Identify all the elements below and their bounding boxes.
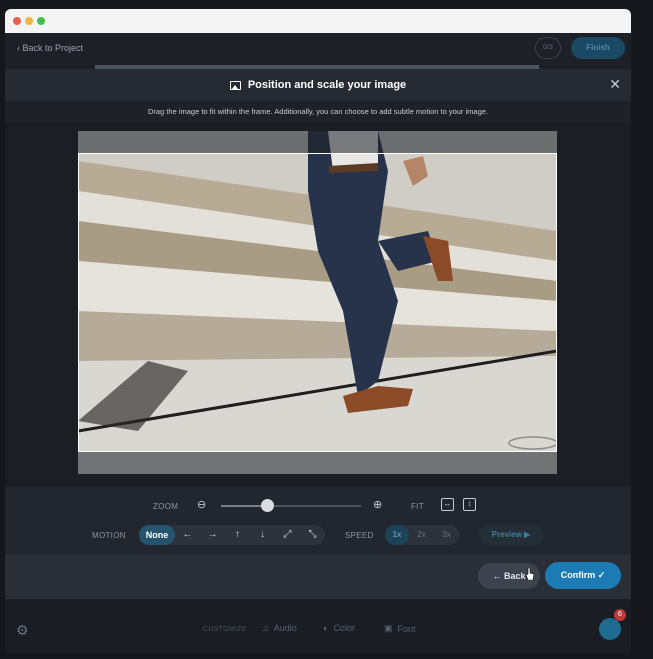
modal-footer: ← Back Confirm ✓ — [5, 555, 631, 599]
progress-count-badge: 0/3 — [535, 37, 561, 59]
zoom-row: ZOOM ⊖ ⊕ FIT ↔ ↕ — [5, 495, 631, 517]
preview-label: Preview — [491, 530, 522, 539]
minimize-window-button[interactable] — [25, 17, 33, 25]
color-label: Color — [333, 623, 355, 633]
zoom-out-icon[interactable]: ⊖ — [197, 498, 206, 511]
motion-right-button[interactable]: → — [200, 525, 225, 545]
avatar[interactable] — [599, 618, 621, 640]
close-window-button[interactable] — [13, 17, 21, 25]
preview-button[interactable]: Preview ▶ — [479, 525, 543, 545]
motion-left-button[interactable]: ← — [175, 525, 200, 545]
draggable-image[interactable] — [78, 131, 557, 474]
zoom-in-icon[interactable]: ⊕ — [373, 498, 382, 511]
confirm-button[interactable]: Confirm ✓ — [545, 562, 621, 589]
music-note-icon: ♫ — [262, 623, 269, 633]
speed-3x-button[interactable]: 3x — [434, 525, 459, 545]
zoom-label: ZOOM — [153, 502, 179, 511]
app-window: ‹ Back to Project 0/3 Finish Position an… — [5, 9, 631, 654]
fit-width-icon[interactable]: ↔ — [441, 498, 454, 511]
palette-icon: ◐ — [323, 623, 329, 633]
fit-height-icon[interactable]: ↕ — [463, 498, 476, 511]
motion-options: None ← → ↑ ↓ ⤢ ⤡ — [139, 525, 325, 545]
speed-label: SPEED — [345, 531, 374, 540]
motion-up-button[interactable]: ↑ — [225, 525, 250, 545]
app-header: ‹ Back to Project 0/3 Finish — [5, 33, 631, 65]
modal-title: Position and scale your image — [247, 79, 407, 91]
finish-button[interactable]: Finish — [571, 37, 625, 59]
play-icon: ▶ — [524, 530, 531, 539]
mouse-cursor-icon — [525, 568, 535, 580]
audio-button[interactable]: ♫ Audio — [262, 623, 297, 633]
maximize-window-button[interactable] — [37, 17, 45, 25]
modal-header: Position and scale your image — [5, 69, 631, 101]
browser-titlebar — [5, 9, 631, 33]
motion-down-button[interactable]: ↓ — [250, 525, 275, 545]
speed-1x-button[interactable]: 1x — [385, 525, 409, 545]
speed-options: 1x 2x 3x — [385, 525, 459, 545]
back-to-project-link[interactable]: ‹ Back to Project — [17, 43, 83, 53]
fit-label: FIT — [411, 502, 424, 511]
gear-icon[interactable]: ⚙ — [16, 622, 29, 639]
zoom-slider-thumb[interactable] — [261, 499, 275, 512]
close-icon[interactable]: ✕ — [609, 77, 621, 91]
image-icon — [229, 80, 241, 90]
confirm-label: Confirm — [560, 570, 596, 580]
arrow-left-icon: ← — [492, 571, 502, 581]
motion-zoom-out-button[interactable]: ⤡ — [300, 525, 325, 545]
motion-zoom-in-button[interactable]: ⤢ — [275, 525, 300, 545]
customize-label: CUSTOMIZE — [203, 626, 247, 633]
crop-frame — [78, 153, 557, 452]
motion-none-button[interactable]: None — [139, 525, 175, 545]
bottom-toolbar: ⚙ CUSTOMIZE ♫ Audio ◐ Color ▣ Font 6 — [5, 602, 631, 654]
back-label: Back — [504, 571, 526, 581]
font-label: Font — [397, 623, 416, 634]
modal-instructions: Drag the image to fit within the frame. … — [5, 101, 631, 123]
crop-mask-top — [78, 131, 557, 153]
font-icon: ▣ — [384, 623, 393, 633]
motion-row: MOTION None ← → ↑ ↓ ⤢ ⤡ SPEED 1x 2x 3x P… — [5, 525, 631, 547]
image-controls: ZOOM ⊖ ⊕ FIT ↔ ↕ MOTION None ← → ↑ ↓ ⤢ ⤡… — [5, 487, 631, 555]
speed-2x-button[interactable]: 2x — [409, 525, 434, 545]
notification-badge: 6 — [614, 609, 626, 621]
font-button[interactable]: ▣ Font — [384, 623, 416, 634]
audio-label: Audio — [273, 623, 297, 633]
check-icon: ✓ — [597, 570, 606, 580]
back-to-project-label: Back to Project — [22, 43, 84, 53]
image-canvas-area — [5, 123, 631, 487]
zoom-slider[interactable] — [221, 505, 361, 507]
position-scale-modal: Position and scale your image ✕ Drag the… — [5, 69, 631, 599]
motion-label: MOTION — [92, 531, 126, 540]
crop-mask-bottom — [78, 452, 557, 474]
color-button[interactable]: ◐ Color — [323, 623, 355, 633]
